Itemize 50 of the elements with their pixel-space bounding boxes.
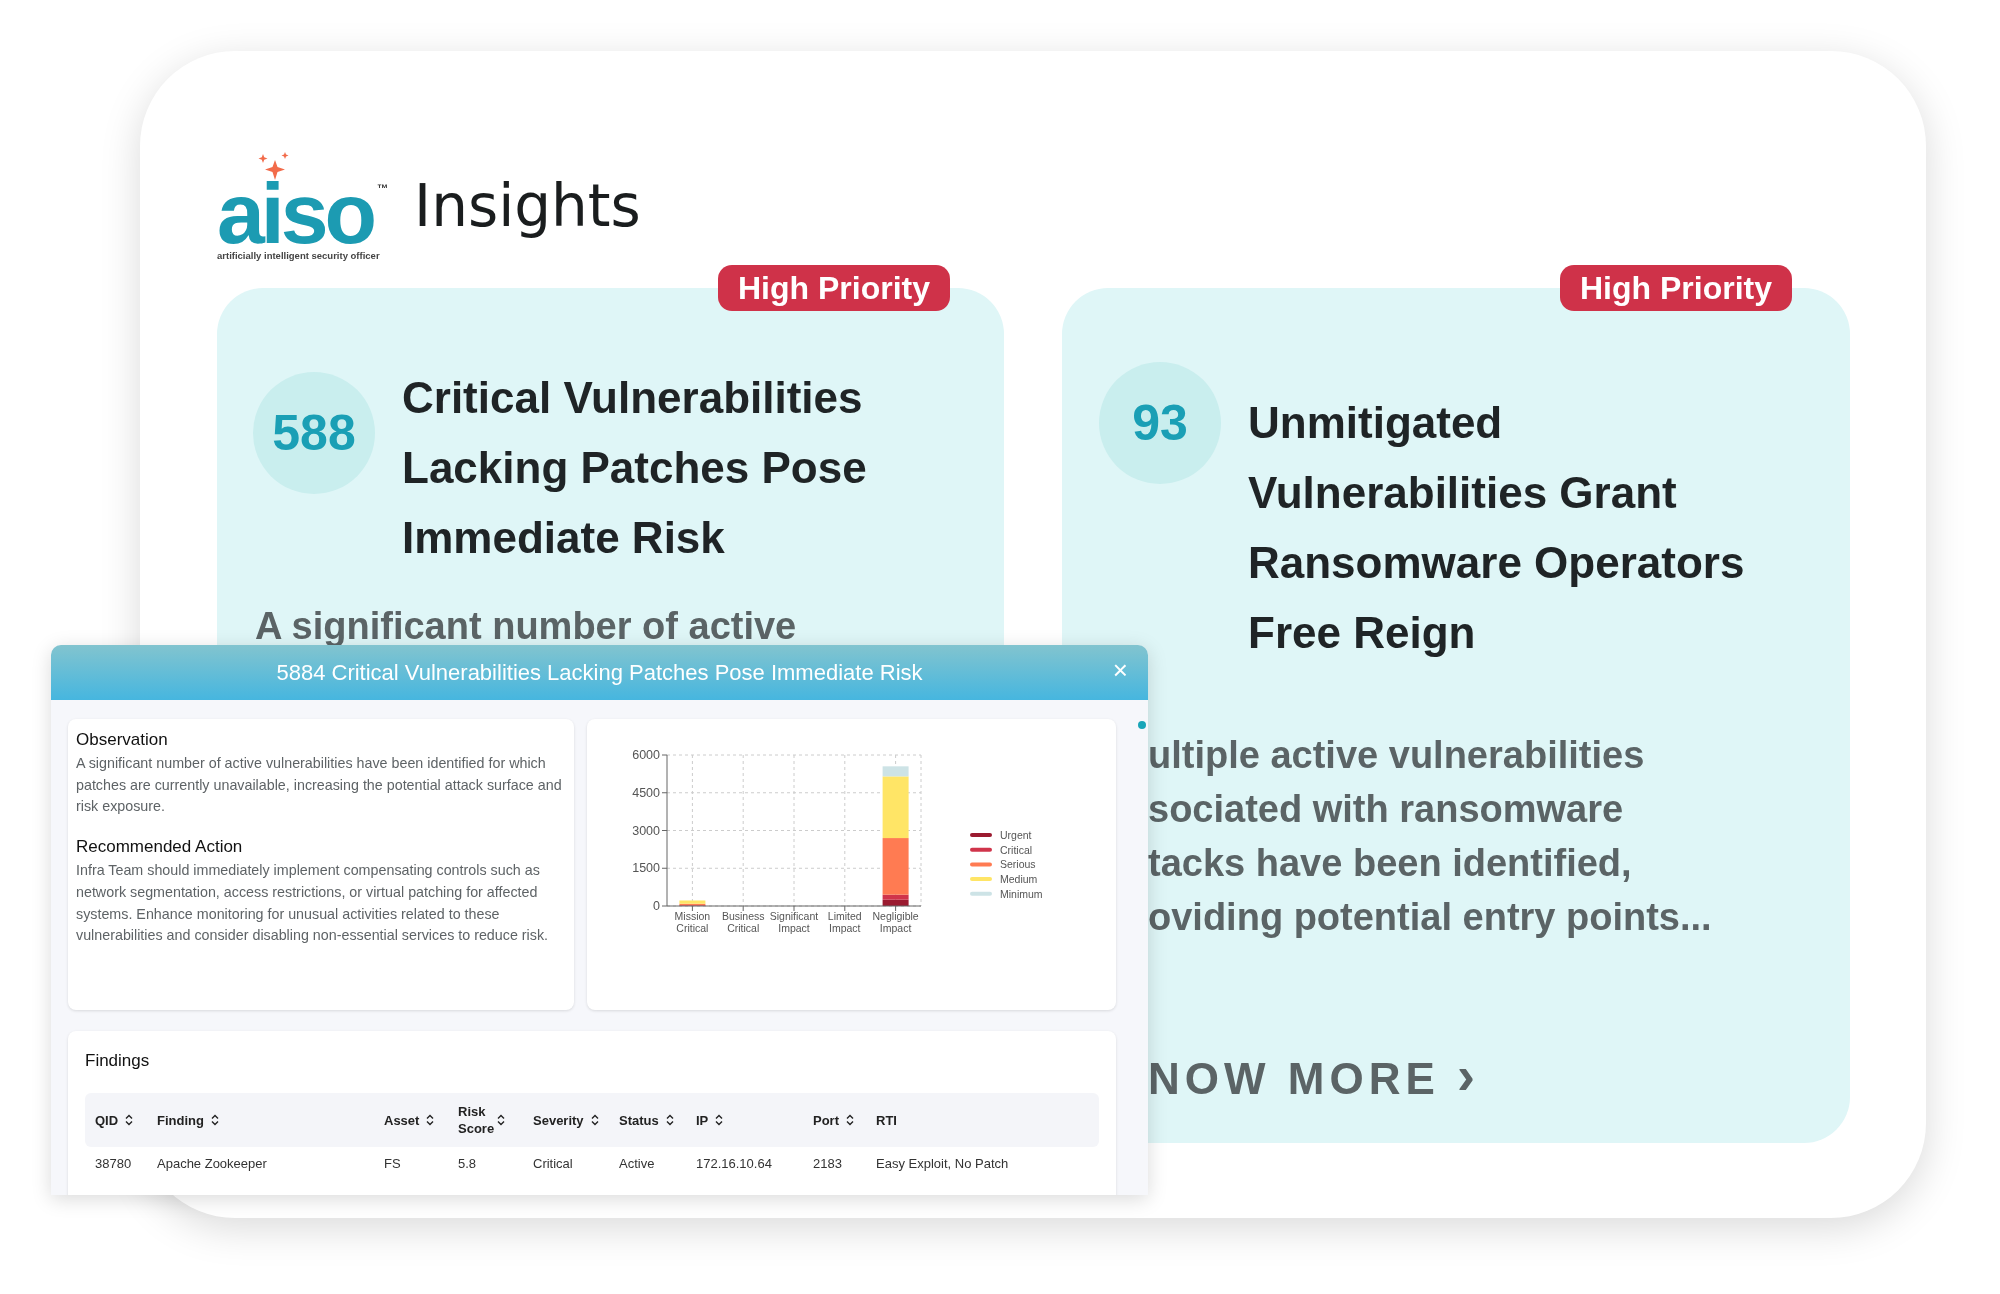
priority-badge: High Priority [1560,265,1792,311]
table-cell-text: FS [384,1156,402,1171]
x-tick-label: Negligible Impact [872,910,919,934]
card-title: Lacking Patches Pose [402,442,867,494]
logo-wordmark: aiso [217,181,374,244]
legend-label: Serious [1000,858,1036,871]
y-tick-label: 6000 [632,748,660,762]
card-description: A significant number of active [255,604,798,649]
table-cell-text: Critical [533,1156,574,1171]
table-cell-text: 2183 [813,1156,843,1171]
table-cell-text: 172.16.10.64 [696,1156,773,1171]
priority-badge: High Priority [718,265,950,311]
card-description: sociated with ransomware [1148,787,1625,832]
table-cell-text: 5.8 [458,1156,478,1171]
count-badge: 588 [253,372,375,494]
card-title: Free Reign [1248,607,1477,659]
table-cell-text: 38780 [95,1156,133,1171]
card-description: tacks have been identified, [1148,841,1633,886]
card-title: Immediate Risk [402,512,726,564]
count-badge: 93 [1099,362,1221,484]
x-tick-label: Business Critical [721,910,765,934]
table-cell-text: Apache Zookeeper [157,1156,268,1171]
section-text: Infra Team should immediately implement compensating controls such as network segmentation, access restrictions, or virtual patching for affected systems. Enhance monitoring for unusual activities related to these vulnerabilities and consider disabling non-essential services to reduce risk. [76,861,550,946]
section-text: A significant number of active vulnerabilities have been identified for which patches are currently unavailable, increasing the potential attack surface and risk exposure. [76,754,563,817]
legend-label: Minimum [1000,887,1043,900]
legend-label: Urgent [1000,829,1032,841]
x-tick-label: Limited Impact [827,910,862,934]
card-title: Ransomware Operators [1248,537,1745,589]
legend-label: Medium [1000,873,1038,886]
y-tick-label: 3000 [632,823,660,838]
y-tick-label: 0 [653,899,660,913]
card-title: Unmitigated [1248,397,1504,449]
x-tick-label: Significant Impact [769,910,819,934]
section-heading: Recommended Action [76,836,244,859]
logo-tagline: artificially intelligent security officer [217,249,381,261]
card-title: Vulnerabilities Grant [1248,467,1678,519]
card-description: oviding potential entry points... [1148,895,1713,940]
table-cell-text: Easy Exploit, No Patch [876,1156,1010,1171]
page-title: Insights [414,172,641,240]
legend-label: Critical [1000,843,1033,856]
card-title: Critical Vulnerabilities [402,372,864,424]
section-heading: Observation [76,729,169,751]
y-tick-label: 1500 [632,861,660,876]
table-cell-text: Active [619,1156,656,1171]
y-tick-label: 4500 [632,785,660,800]
trademark: ™ [377,181,389,194]
dialog-title: 5884 Critical Vulnerabilities Lacking Patches Pose Immediate Risk [276,659,923,686]
x-tick-label: Mission Critical [674,910,711,934]
card-description: ultiple active vulnerabilities [1148,733,1646,778]
findings-title: Findings [85,1051,151,1071]
